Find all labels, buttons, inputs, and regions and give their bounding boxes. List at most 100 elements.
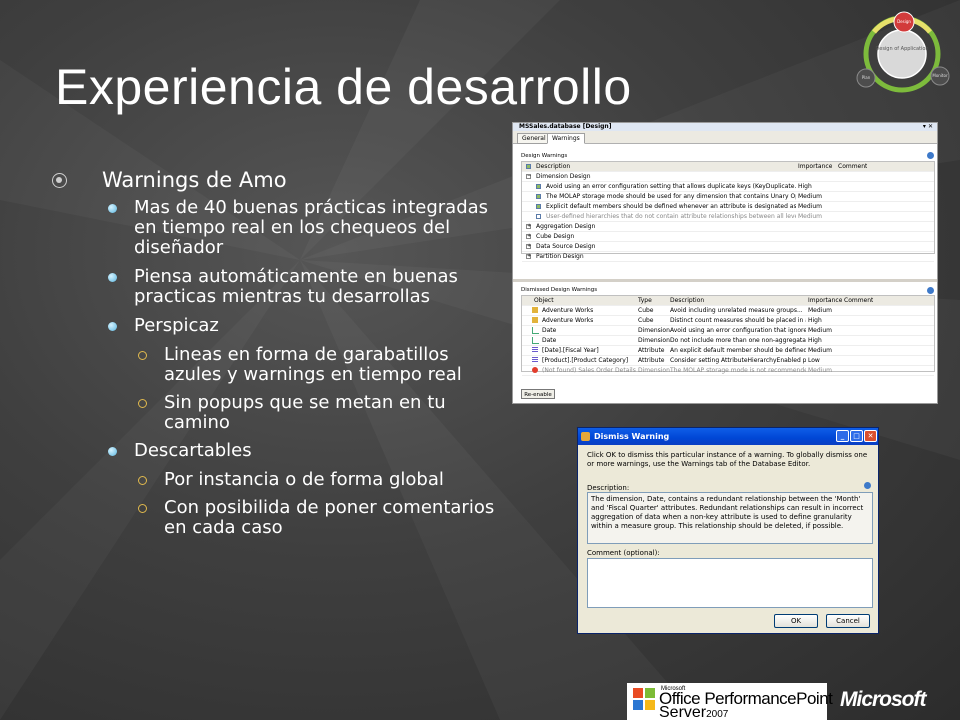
row-type: Cube — [638, 317, 654, 324]
product-server: Server — [659, 704, 707, 720]
col-header: Description — [536, 163, 571, 170]
table-row[interactable]: Adventure Works Cube Avoid including unr… — [522, 306, 934, 316]
table-row[interactable]: Avoid using an error configuration setti… — [522, 182, 934, 192]
row-importance: High — [808, 317, 822, 324]
info-icon[interactable] — [927, 287, 934, 294]
row-importance: Low — [808, 357, 820, 364]
info-icon[interactable] — [927, 152, 934, 159]
bullet-text: Sin popups que se metan en tu camino — [164, 392, 446, 433]
design-warnings-label: Design Warnings — [521, 153, 568, 159]
product-edition: Server2007 — [659, 704, 728, 720]
row-description: An explicit default member should be def… — [670, 347, 806, 354]
row-description: Consider setting AttributeHierarchyEnabl… — [670, 357, 806, 364]
bullet-ring-icon — [138, 504, 147, 513]
table-row[interactable]: The MOLAP storage mode should be used fo… — [522, 192, 934, 202]
editor-window-controls[interactable]: ▾ ✕ — [923, 123, 933, 131]
table-row[interactable]: [Date].[Fiscal Year] Attribute An explic… — [522, 346, 934, 356]
grid-header: Description Importance Comment — [522, 162, 934, 172]
row-checkbox[interactable] — [536, 204, 541, 209]
dismissed-warnings-label: Dismissed Design Warnings — [521, 287, 598, 293]
group-row[interactable]: + Cube Design — [522, 232, 934, 242]
tab-warnings[interactable]: Warnings — [547, 133, 585, 144]
editor-tabs: General Warnings — [513, 131, 937, 144]
splitter[interactable] — [513, 279, 937, 282]
col-header: Comment — [844, 297, 874, 304]
cancel-button[interactable]: Cancel — [826, 614, 870, 628]
bullet-l2: Descartables — [52, 441, 507, 461]
bullet-l2: Perspicaz — [52, 316, 507, 336]
editor-title: MSSales.database [Design] — [519, 123, 612, 130]
row-description: Distinct count measures should be placed… — [670, 317, 806, 324]
row-checkbox[interactable] — [536, 194, 541, 199]
table-row[interactable]: (Not found) Sales Order Details Dimensio… — [522, 366, 934, 376]
dialog-titlebar: Dismiss Warning _ □ ✕ — [578, 428, 878, 445]
bullet-l2: Piensa automáticamente en buenas practic… — [52, 267, 507, 307]
table-row[interactable]: User-defined hierarchies that do not con… — [522, 212, 934, 222]
group-row[interactable]: − Dimension Design — [522, 172, 934, 182]
expand-icon[interactable]: + — [526, 224, 531, 229]
help-icon[interactable] — [864, 482, 871, 489]
comment-label: Comment (optional): — [587, 549, 660, 557]
attribute-icon — [532, 357, 538, 363]
row-importance: Medium — [808, 327, 832, 334]
row-type: Cube — [638, 307, 654, 314]
row-type: Dimension — [638, 367, 670, 374]
row-checkbox[interactable] — [536, 184, 541, 189]
row-type: Attribute — [638, 347, 665, 354]
expand-icon[interactable]: + — [526, 234, 531, 239]
row-importance: Medium — [808, 367, 832, 374]
bullet-l2: Mas de 40 buenas prácticas integradas en… — [52, 198, 507, 258]
row-object: (Not found) Sales Order Details — [542, 367, 636, 374]
row-description: Avoid using an error configuration setti… — [546, 183, 796, 190]
dimension-icon — [532, 327, 539, 334]
bullet-dot-icon — [108, 204, 117, 213]
ok-button[interactable]: OK — [774, 614, 818, 628]
select-all-checkbox[interactable] — [526, 164, 531, 169]
cube-icon — [532, 317, 538, 323]
comment-input[interactable] — [587, 558, 873, 608]
collapse-icon[interactable]: − — [526, 174, 531, 179]
slide-title: Experiencia de desarrollo — [55, 59, 632, 115]
maximize-icon[interactable]: □ — [850, 430, 863, 442]
table-row[interactable]: [Product].[Product Category] Attribute C… — [522, 356, 934, 366]
description-box: The dimension, Date, contains a redundan… — [587, 492, 873, 544]
bullet-dot-icon — [108, 447, 117, 456]
close-icon[interactable]: ✕ — [864, 430, 877, 442]
table-row[interactable]: Date Dimension Do not include more than … — [522, 336, 934, 346]
group-label: Data Source Design — [536, 243, 596, 250]
product-year: 2007 — [706, 709, 729, 720]
minimize-icon[interactable]: _ — [836, 430, 849, 442]
row-description: User-defined hierarchies that do not con… — [546, 213, 796, 220]
col-header: Description — [670, 297, 705, 304]
expand-icon[interactable]: + — [526, 254, 531, 259]
cycle-center-label: Design of Application — [875, 46, 928, 52]
row-importance: High — [808, 337, 822, 344]
bullet-text: Mas de 40 buenas prácticas integradas en… — [134, 197, 489, 258]
table-row[interactable]: Explicit default members should be defin… — [522, 202, 934, 212]
bullet-text: Descartables — [134, 440, 252, 461]
group-label: Partition Design — [536, 253, 584, 260]
row-checkbox[interactable] — [536, 214, 541, 219]
col-header: Importance — [808, 297, 843, 304]
group-row[interactable]: + Data Source Design — [522, 242, 934, 252]
tab-general[interactable]: General — [517, 133, 551, 144]
bullet-ring-icon — [138, 351, 147, 360]
group-row[interactable]: + Partition Design — [522, 252, 934, 262]
bullet-l3: Por instancia o de forma global — [52, 470, 507, 490]
group-label: Dimension Design — [536, 173, 591, 180]
group-label: Aggregation Design — [536, 223, 596, 230]
dimension-icon — [532, 337, 539, 344]
expand-icon[interactable]: + — [526, 244, 531, 249]
bullet-ring-icon — [138, 476, 147, 485]
table-row[interactable]: Date Dimension Avoid using an error conf… — [522, 326, 934, 336]
row-importance: Medium — [798, 213, 822, 220]
re-enable-button[interactable]: Re-enable — [521, 389, 555, 399]
row-object: [Date].[Fiscal Year] — [542, 347, 599, 354]
group-row[interactable]: + Aggregation Design — [522, 222, 934, 232]
row-object: Date — [542, 337, 557, 344]
row-type: Dimension — [638, 337, 670, 344]
col-header: Type — [638, 297, 652, 304]
cycle-center — [877, 29, 927, 79]
table-row[interactable]: Adventure Works Cube Distinct count meas… — [522, 316, 934, 326]
row-description: Avoid using an error configuration that … — [670, 327, 806, 334]
